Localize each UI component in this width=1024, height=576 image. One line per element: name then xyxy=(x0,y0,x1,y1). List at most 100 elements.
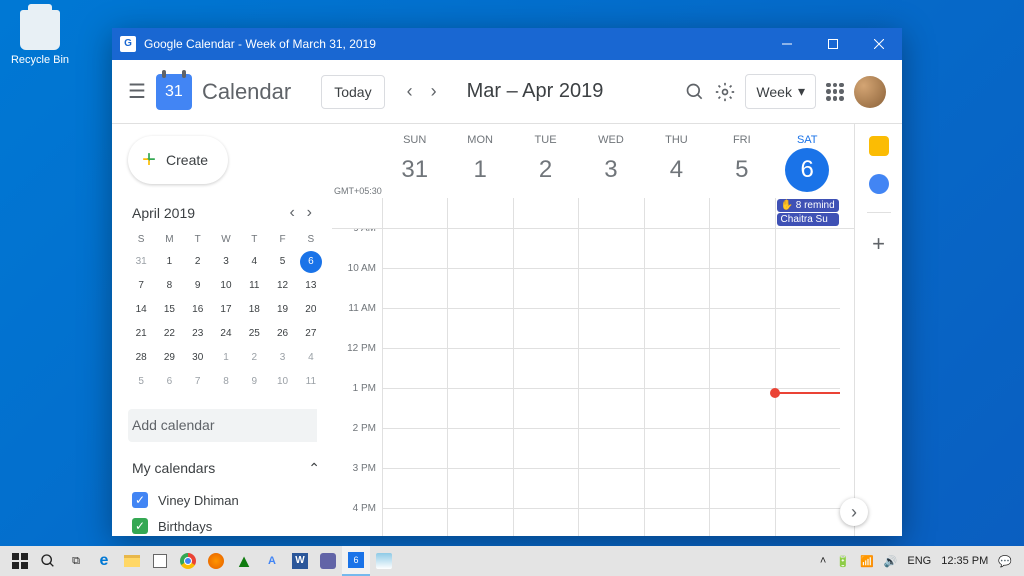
titlebar[interactable]: G Google Calendar - Week of March 31, 20… xyxy=(112,28,902,60)
calendar-item[interactable]: ✓Viney Dhiman xyxy=(128,487,324,513)
mini-day[interactable]: 1 xyxy=(215,347,237,369)
time-cell[interactable] xyxy=(383,429,447,469)
view-selector[interactable]: Week▾ xyxy=(745,74,816,109)
time-cell[interactable] xyxy=(383,309,447,349)
time-cell[interactable] xyxy=(448,269,512,309)
allday-cell[interactable] xyxy=(644,198,709,228)
mini-day[interactable]: 14 xyxy=(130,299,152,321)
mini-day[interactable]: 11 xyxy=(300,371,322,393)
teams-icon[interactable] xyxy=(314,546,342,576)
add-addon-icon[interactable]: + xyxy=(872,231,885,257)
mini-day[interactable]: 19 xyxy=(272,299,294,321)
day-number[interactable]: 3 xyxy=(589,148,633,192)
time-cell[interactable] xyxy=(776,309,840,349)
google-apps-icon[interactable] xyxy=(826,83,844,101)
time-cell[interactable] xyxy=(710,429,774,469)
allday-cell[interactable] xyxy=(513,198,578,228)
recycle-bin[interactable]: Recycle Bin xyxy=(10,10,70,66)
time-cell[interactable] xyxy=(448,309,512,349)
checkbox-icon[interactable]: ✓ xyxy=(132,518,148,534)
day-header[interactable]: WED3 xyxy=(578,124,643,198)
day-number[interactable]: 6 xyxy=(785,148,829,192)
day-column[interactable] xyxy=(578,229,643,536)
calendar-item[interactable]: ✓Birthdays xyxy=(128,513,324,536)
next-week-button[interactable]: › xyxy=(423,75,445,108)
mini-day[interactable]: 2 xyxy=(187,251,209,273)
mini-day[interactable]: 10 xyxy=(215,275,237,297)
mini-day[interactable]: 24 xyxy=(215,323,237,345)
time-cell[interactable] xyxy=(776,389,840,429)
time-cell[interactable] xyxy=(448,429,512,469)
time-cell[interactable] xyxy=(645,269,709,309)
mini-day[interactable]: 3 xyxy=(215,251,237,273)
time-cell[interactable] xyxy=(579,309,643,349)
allday-cell[interactable] xyxy=(447,198,512,228)
tray-expand-icon[interactable]: ˄ xyxy=(820,555,826,567)
mini-day[interactable]: 5 xyxy=(130,371,152,393)
mini-day[interactable]: 4 xyxy=(243,251,265,273)
mini-calendar[interactable]: SMTWTFS311234567891011121314151617181920… xyxy=(128,230,324,393)
mini-day[interactable]: 2 xyxy=(243,347,265,369)
my-calendars-toggle[interactable]: My calendars⌃ xyxy=(128,450,324,487)
time-cell[interactable] xyxy=(776,509,840,536)
add-calendar-input[interactable] xyxy=(128,409,317,442)
search-button[interactable] xyxy=(34,546,62,576)
time-cell[interactable] xyxy=(710,509,774,536)
day-column[interactable] xyxy=(709,229,774,536)
day-header[interactable]: TUE2 xyxy=(513,124,578,198)
event-chip[interactable]: Chaitra Su xyxy=(777,213,839,226)
taskbar[interactable]: ⧉ e ▲ A W 6 ˄ 🔋 📶 🔊 ENG 12:35 PM 💬 xyxy=(0,546,1024,576)
calendar-taskbar-icon[interactable]: 6 xyxy=(342,546,370,576)
event-chip[interactable]: ✋ 8 remind xyxy=(777,199,839,212)
mini-day[interactable]: 11 xyxy=(243,275,265,297)
mini-day[interactable]: 6 xyxy=(158,371,180,393)
time-cell[interactable] xyxy=(645,469,709,509)
mini-day[interactable]: 7 xyxy=(130,275,152,297)
time-cell[interactable] xyxy=(645,309,709,349)
paint-icon[interactable] xyxy=(370,546,398,576)
mini-day[interactable]: 25 xyxy=(243,323,265,345)
time-cell[interactable] xyxy=(710,229,774,269)
mini-day[interactable]: 10 xyxy=(272,371,294,393)
settings-icon[interactable] xyxy=(715,82,735,102)
time-cell[interactable] xyxy=(383,269,447,309)
time-cell[interactable] xyxy=(514,309,578,349)
day-number[interactable]: 2 xyxy=(524,148,568,192)
time-cell[interactable] xyxy=(383,389,447,429)
hamburger-icon[interactable]: ☰ xyxy=(128,79,146,104)
time-cell[interactable] xyxy=(383,509,447,536)
day-number[interactable]: 31 xyxy=(393,148,437,192)
day-column[interactable] xyxy=(382,229,447,536)
close-button[interactable] xyxy=(856,28,902,60)
time-cell[interactable] xyxy=(579,389,643,429)
tasks-icon[interactable] xyxy=(869,174,889,194)
mini-day[interactable]: 4 xyxy=(300,347,322,369)
mini-day[interactable]: 7 xyxy=(187,371,209,393)
time-cell[interactable] xyxy=(645,509,709,536)
battery-icon[interactable]: 🔋 xyxy=(836,555,850,568)
mini-next-button[interactable]: › xyxy=(303,202,316,223)
mini-day[interactable]: 17 xyxy=(215,299,237,321)
time-cell[interactable] xyxy=(579,229,643,269)
mini-day[interactable]: 23 xyxy=(187,323,209,345)
time-cell[interactable] xyxy=(710,389,774,429)
mini-day[interactable]: 13 xyxy=(300,275,322,297)
keep-icon[interactable] xyxy=(869,136,889,156)
time-cell[interactable] xyxy=(645,349,709,389)
time-cell[interactable] xyxy=(514,429,578,469)
wifi-icon[interactable]: 📶 xyxy=(860,555,874,568)
time-cell[interactable] xyxy=(383,349,447,389)
time-cell[interactable] xyxy=(514,269,578,309)
day-header[interactable]: MON1 xyxy=(447,124,512,198)
mini-day[interactable]: 5 xyxy=(272,251,294,273)
edge-icon[interactable]: e xyxy=(90,546,118,576)
mini-day[interactable]: 9 xyxy=(187,275,209,297)
time-cell[interactable] xyxy=(448,509,512,536)
explorer-icon[interactable] xyxy=(118,546,146,576)
time-cell[interactable] xyxy=(645,389,709,429)
next-period-button[interactable]: › xyxy=(840,498,868,526)
day-column[interactable] xyxy=(775,229,840,536)
mini-day[interactable]: 15 xyxy=(158,299,180,321)
mini-day[interactable]: 30 xyxy=(187,347,209,369)
clock[interactable]: 12:35 PM xyxy=(941,555,988,567)
